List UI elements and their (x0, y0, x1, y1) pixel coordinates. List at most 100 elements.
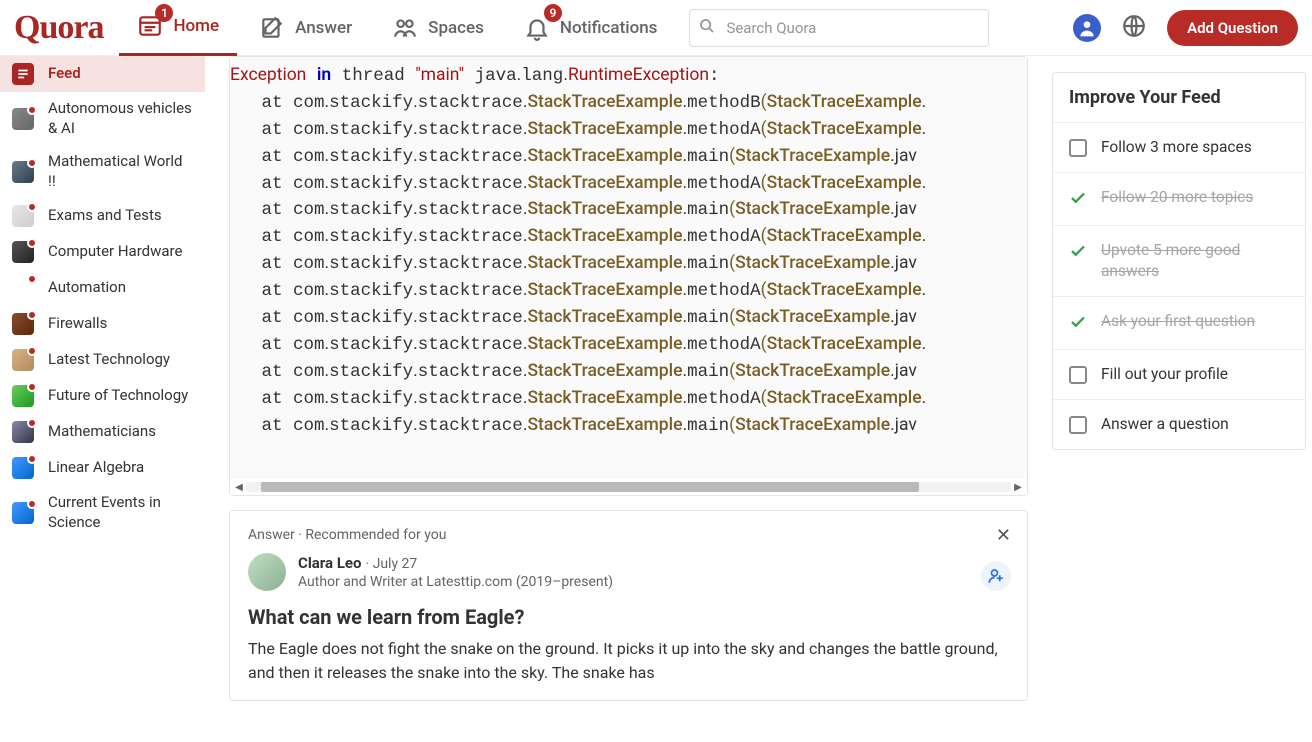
unread-dot (27, 310, 37, 320)
nav-notifications[interactable]: Notifications 9 (506, 0, 676, 56)
author-name[interactable]: Clara Leo (298, 554, 362, 572)
unread-dot (27, 418, 37, 428)
checkbox-icon (1069, 139, 1087, 157)
sidebar-item-label: Computer Hardware (48, 242, 182, 262)
unread-dot (27, 346, 37, 356)
sidebar-item[interactable]: Firewalls (0, 306, 205, 342)
improve-feed-title: Improve Your Feed (1053, 73, 1305, 123)
improve-task[interactable]: Follow 20 more topics (1053, 173, 1305, 226)
sidebar-item-label: Mathematical World !! (48, 152, 193, 191)
sidebar-feed-label: Feed (48, 64, 81, 84)
post-title[interactable]: What can we learn from Eagle? (248, 605, 1009, 629)
space-icon (12, 502, 34, 524)
nav-home-label: Home (173, 16, 219, 36)
improve-feed-panel: Improve Your Feed Follow 3 more spaces Fo… (1052, 72, 1306, 450)
space-icon (12, 241, 34, 263)
space-icon (12, 421, 34, 443)
post-author: Clara Leo · July 27 Author and Writer at… (248, 553, 1009, 591)
unread-dot (27, 202, 37, 212)
check-icon (1069, 189, 1087, 211)
nav-spaces-label: Spaces (428, 18, 484, 38)
nav-answer[interactable]: Answer (241, 0, 370, 56)
improve-task[interactable]: Answer a question (1053, 400, 1305, 449)
add-question-button[interactable]: Add Question (1167, 10, 1298, 46)
post-body: The Eagle does not fight the snake on th… (248, 637, 1009, 683)
unread-dot (27, 382, 37, 392)
scroll-track[interactable] (246, 482, 1011, 492)
user-avatar[interactable] (1073, 14, 1101, 42)
spaces-icon (392, 15, 418, 41)
unread-dot (27, 238, 37, 248)
unread-dot (27, 454, 37, 464)
sidebar-item[interactable]: Current Events in Science (0, 486, 205, 539)
task-label: Answer a question (1101, 414, 1229, 435)
scroll-left-arrow[interactable]: ◀ (232, 480, 246, 494)
nav-notifications-label: Notifications (560, 18, 658, 38)
header-right: Add Question (1073, 10, 1298, 46)
sidebar-item[interactable]: Computer Hardware (0, 234, 205, 270)
author-avatar[interactable] (248, 553, 286, 591)
nav-answer-label: Answer (295, 18, 352, 38)
improve-task[interactable]: Fill out your profile (1053, 350, 1305, 400)
horizontal-scrollbar[interactable]: ◀ ▶ (230, 479, 1027, 495)
task-label: Fill out your profile (1101, 364, 1228, 385)
sidebar-item-label: Latest Technology (48, 350, 170, 370)
feed-post: Answer · Recommended for you ✕ Clara Leo… (229, 510, 1028, 700)
task-label: Ask your first question (1101, 311, 1255, 332)
checkbox-icon (1069, 416, 1087, 434)
sidebar-feed[interactable]: Feed (0, 56, 205, 92)
checkbox-icon (1069, 366, 1087, 384)
search-wrap (689, 9, 989, 47)
page-body: Feed Autonomous vehicles & AI Mathematica… (0, 56, 1312, 742)
space-icon (12, 108, 34, 130)
header: Quora Home 1 Answer Spaces Notifications… (0, 0, 1312, 56)
space-icon (12, 385, 34, 407)
sidebar-item-label: Automation (48, 278, 126, 298)
author-sep: · (365, 556, 372, 572)
sidebar-item[interactable]: Mathematicians (0, 414, 205, 450)
space-icon (12, 349, 34, 371)
search-input[interactable] (689, 9, 989, 47)
sidebar-item[interactable]: Mathematical World !! (0, 145, 205, 198)
code-card: Exception in thread "main" java.lang.Run… (229, 56, 1028, 496)
nav-spaces[interactable]: Spaces (374, 0, 502, 56)
scroll-right-arrow[interactable]: ▶ (1011, 480, 1025, 494)
code-area: Exception in thread "main" java.lang.Run… (230, 57, 1027, 479)
improve-task[interactable]: Follow 3 more spaces (1053, 123, 1305, 173)
feed-icon (12, 63, 34, 85)
sidebar-item[interactable]: Exams and Tests (0, 198, 205, 234)
author-date: July 27 (373, 556, 418, 572)
answer-icon (259, 15, 285, 41)
main-column: Exception in thread "main" java.lang.Run… (205, 56, 1052, 742)
stack-trace-code: Exception in thread "main" java.lang.Run… (230, 57, 1027, 479)
unread-dot (27, 105, 37, 115)
close-icon[interactable]: ✕ (996, 525, 1011, 546)
logo[interactable]: Quora (14, 9, 103, 47)
unread-dot (27, 499, 37, 509)
sidebar-item-label: Linear Algebra (48, 458, 144, 478)
improve-task[interactable]: Ask your first question (1053, 297, 1305, 350)
sidebar-item[interactable]: Latest Technology (0, 342, 205, 378)
space-icon (12, 313, 34, 335)
sidebar-item-label: Current Events in Science (48, 493, 193, 532)
space-icon (12, 205, 34, 227)
sidebar: Feed Autonomous vehicles & AI Mathematica… (0, 56, 205, 742)
improve-task[interactable]: Upvote 5 more good answers (1053, 226, 1305, 297)
space-icon (12, 277, 34, 299)
sidebar-item[interactable]: Linear Algebra (0, 450, 205, 486)
unread-dot (27, 158, 37, 168)
post-meta: Answer · Recommended for you (248, 527, 1009, 543)
sidebar-item[interactable]: Autonomous vehicles & AI (0, 92, 205, 145)
search-icon (699, 18, 715, 38)
sidebar-item-label: Autonomous vehicles & AI (48, 99, 193, 138)
unread-dot (27, 274, 37, 284)
author-credential: Author and Writer at Latesttip.com (2019… (298, 574, 613, 590)
check-icon (1069, 242, 1087, 264)
scroll-thumb[interactable] (261, 482, 919, 492)
check-icon (1069, 313, 1087, 335)
sidebar-item[interactable]: Future of Technology (0, 378, 205, 414)
globe-icon[interactable] (1121, 13, 1147, 43)
task-label: Follow 20 more topics (1101, 187, 1253, 208)
nav-home[interactable]: Home 1 (119, 0, 237, 56)
sidebar-item[interactable]: Automation (0, 270, 205, 306)
